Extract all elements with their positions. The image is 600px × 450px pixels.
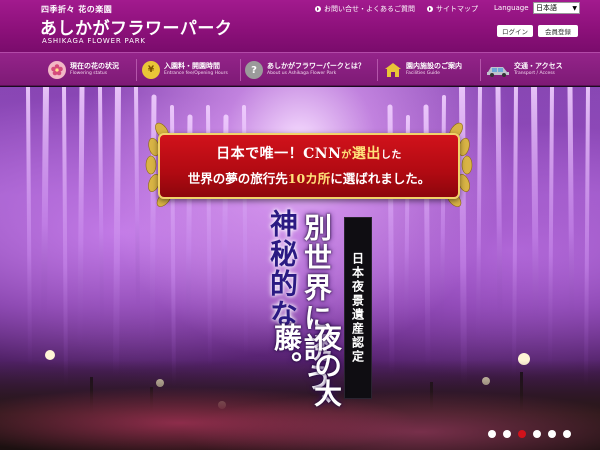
slider-dot[interactable] (548, 430, 556, 438)
question-icon: ? (245, 61, 263, 79)
nav-divider (240, 59, 241, 81)
hero-title-line3: 夜の大藤。 (270, 323, 343, 407)
slider-dot[interactable] (533, 430, 541, 438)
award-headline: 日本で唯一！CNNが選出した (216, 146, 402, 162)
nav-divider (377, 59, 378, 81)
slider-dot[interactable] (503, 430, 511, 438)
nav-item-access[interactable]: 交通・アクセス Transport / Access (486, 53, 563, 87)
nav-item-entrance-fee[interactable]: ¥ 入園料・開園時間 Entrance fee/Opening Hours (142, 53, 228, 87)
cnn-award-banner[interactable]: 日本で唯一！CNNが選出した 世界の夢の旅行先10カ所に選ばれました。 (140, 107, 478, 223)
arrow-circle-icon (427, 6, 433, 12)
arrow-circle-icon (315, 6, 321, 12)
nav-item-facilities[interactable]: 園内施設のご案内 Facilities Guide (384, 53, 462, 87)
chevron-down-icon: ▼ (572, 4, 577, 12)
slider-dot[interactable] (518, 430, 526, 438)
hero-title-line2: 神秘的な (266, 209, 299, 329)
link-contact-faq[interactable]: お問い合せ・よくあるご質問 (315, 4, 415, 14)
register-button[interactable]: 会員登録 (538, 25, 578, 37)
site-logo[interactable]: あしかがフラワーパーク (40, 14, 232, 39)
car-icon (486, 61, 510, 79)
award-subheadline: 世界の夢の旅行先10カ所に選ばれました。 (187, 171, 431, 186)
site-logo-english: ASHIKAGA FLOWER PARK (42, 37, 146, 45)
nav-divider (136, 59, 137, 81)
login-button[interactable]: ログイン (497, 25, 533, 37)
nav-item-flowering-status[interactable]: 現在の花の状況 Flowering status (48, 53, 119, 87)
night-view-heritage-tag: 日本夜景遺産認定 (344, 217, 372, 399)
award-ribbon: 日本で唯一！CNNが選出した 世界の夢の旅行先10カ所に選ばれました。 (158, 133, 460, 199)
top-links: お問い合せ・よくあるご質問 サイトマップ (315, 4, 478, 14)
slider-pagination (488, 430, 571, 438)
house-icon (384, 61, 402, 79)
language-label: Language (494, 4, 529, 12)
site-header: 四季折々 花の楽園 あしかがフラワーパーク ASHIKAGA FLOWER PA… (0, 0, 600, 52)
nav-divider (480, 59, 481, 81)
language-select[interactable]: 日本語 ▼ (533, 2, 580, 14)
hero-slider[interactable]: 日本で唯一！CNNが選出した 世界の夢の旅行先10カ所に選ばれました。 日本夜景… (0, 87, 600, 450)
link-sitemap[interactable]: サイトマップ (427, 4, 478, 14)
slider-dot[interactable] (488, 430, 496, 438)
slider-dot[interactable] (563, 430, 571, 438)
yen-icon: ¥ (142, 61, 160, 79)
nav-item-about[interactable]: ? あしかがフラワーパークとは？ About us Ashikaga Flowe… (245, 53, 365, 87)
flower-icon (48, 61, 66, 79)
main-nav: 現在の花の状況 Flowering status ¥ 入園料・開園時間 Entr… (0, 52, 600, 86)
